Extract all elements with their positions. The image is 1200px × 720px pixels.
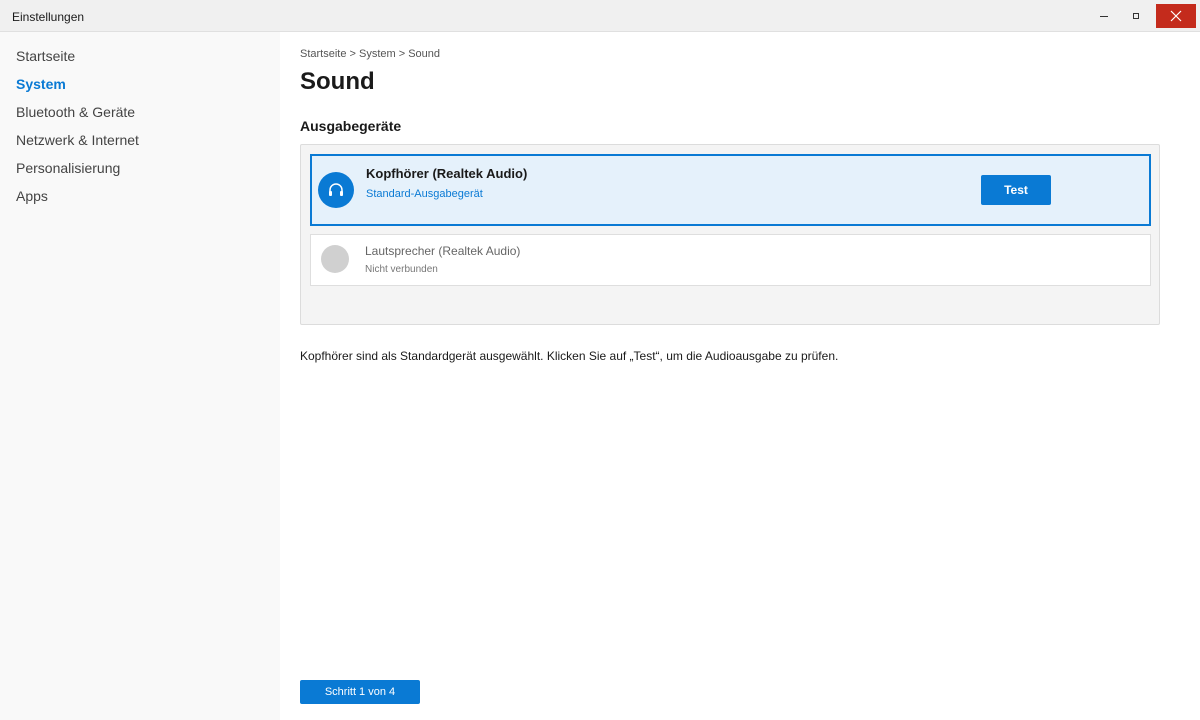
device-status: Nicht verbunden [365, 264, 438, 275]
device-status: Standard-Ausgabegerät [366, 188, 483, 200]
sidebar-item-bluetooth[interactable]: Bluetooth & Geräte [16, 104, 135, 120]
speaker-icon [321, 245, 349, 273]
sidebar-item-apps[interactable]: Apps [16, 188, 48, 204]
sidebar-item-system[interactable]: System [16, 76, 66, 92]
maximize-button[interactable] [1116, 4, 1156, 28]
device-item-headphones[interactable]: Kopfhörer (Realtek Audio) Standard-Ausga… [310, 154, 1151, 226]
breadcrumb: Startseite > System > Sound [300, 48, 441, 60]
main-content: Startseite > System > Sound Sound Ausgab… [280, 32, 1200, 720]
step-button[interactable]: Schritt 1 von 4 [300, 680, 420, 704]
close-icon [1170, 10, 1182, 22]
title-bar: Einstellungen [0, 0, 1200, 32]
sidebar-item-personalisierung[interactable]: Personalisierung [16, 160, 120, 176]
device-name: Lautsprecher (Realtek Audio) [365, 244, 521, 258]
output-device-list: Kopfhörer (Realtek Audio) Standard-Ausga… [300, 144, 1160, 325]
minimize-icon [1100, 15, 1108, 17]
page-title: Sound [300, 68, 375, 95]
device-name: Kopfhörer (Realtek Audio) [366, 166, 528, 181]
device-item-speaker[interactable]: Lautsprecher (Realtek Audio) Nicht verbu… [310, 234, 1151, 286]
window-title: Einstellungen [12, 10, 85, 24]
headphones-icon [318, 172, 354, 208]
sidebar-item-netzwerk[interactable]: Netzwerk & Internet [16, 132, 139, 148]
sidebar: Startseite System Bluetooth & Geräte Net… [0, 32, 280, 720]
maximize-icon [1133, 13, 1139, 19]
section-title: Ausgabegeräte [300, 118, 402, 134]
close-button[interactable] [1156, 4, 1196, 28]
test-button[interactable]: Test [981, 175, 1051, 205]
hint-text: Kopfhörer sind als Standardgerät ausgewä… [300, 349, 839, 363]
sidebar-item-startseite[interactable]: Startseite [16, 48, 75, 64]
